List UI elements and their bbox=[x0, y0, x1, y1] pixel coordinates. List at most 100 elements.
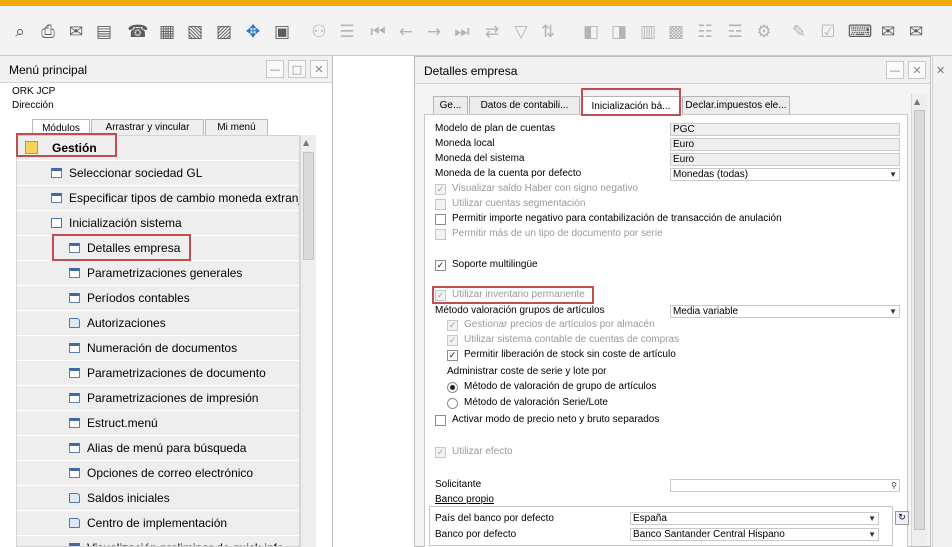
menu-scrollbar[interactable]: ▲ bbox=[300, 135, 316, 547]
radio-button bbox=[447, 382, 458, 393]
menu-item[interactable]: Parametrizaciones de impresión bbox=[17, 386, 299, 411]
refresh-icon[interactable]: ⇄ bbox=[480, 20, 504, 44]
tab-accounting-data[interactable]: Datos de contabili... bbox=[469, 96, 580, 114]
menu-item[interactable]: Centro de implementación bbox=[17, 511, 299, 536]
lock-icon[interactable]: ▣ bbox=[270, 20, 294, 44]
checkbox-box: ✓ bbox=[435, 184, 446, 195]
gross-profit-icon[interactable]: ▩ bbox=[664, 20, 688, 44]
menu-item[interactable]: Estruct.menú bbox=[17, 411, 299, 436]
company-details-titlebar: Detalles empresa — ✕ bbox=[415, 57, 930, 84]
email-icon[interactable]: ✉ bbox=[64, 20, 88, 44]
sms-icon[interactable]: ▤ bbox=[92, 20, 116, 44]
previous-record-icon[interactable]: ← bbox=[394, 20, 418, 44]
menu-item[interactable]: Parametrizaciones de documento bbox=[17, 361, 299, 386]
requester-input[interactable]: ⚲ bbox=[670, 479, 900, 492]
module-gestion[interactable]: Gestión bbox=[17, 136, 299, 161]
tab-modulos[interactable]: Módulos bbox=[32, 119, 90, 136]
menu-item-label: Visualización preliminar de quick info bbox=[87, 541, 284, 546]
radio-button bbox=[447, 398, 458, 409]
export-excel-icon[interactable]: ▦ bbox=[155, 20, 179, 44]
valuation-method-select[interactable]: Media variable ▼ bbox=[670, 305, 900, 318]
minimize-button[interactable]: — bbox=[886, 61, 904, 79]
messages-icon[interactable]: ✉ bbox=[876, 20, 900, 44]
menu-item[interactable]: Períodos contables bbox=[17, 286, 299, 311]
folder-icon bbox=[51, 218, 62, 228]
pen-icon[interactable]: ✎ bbox=[787, 20, 811, 44]
form-icon bbox=[69, 268, 80, 278]
close-icon[interactable]: ✕ bbox=[936, 64, 945, 77]
close-button[interactable]: ✕ bbox=[908, 61, 926, 79]
menu-item[interactable]: Visualización preliminar de quick info bbox=[17, 536, 299, 546]
menu-item[interactable]: Detalles empresa bbox=[17, 236, 299, 261]
details-scrollbar[interactable]: ▲ bbox=[911, 94, 927, 546]
folder-icon bbox=[69, 318, 80, 328]
form-icon bbox=[51, 168, 62, 178]
form-icon bbox=[69, 443, 80, 453]
menu-item[interactable]: Inicialización sistema bbox=[17, 211, 299, 236]
tab-arrastrar-vincular[interactable]: Arrastrar y vincular bbox=[91, 119, 204, 135]
default-bank-country-label: País del banco por defecto bbox=[435, 513, 554, 524]
export-pdf-icon[interactable]: ▨ bbox=[212, 20, 236, 44]
document-icon[interactable]: ☰ bbox=[335, 20, 359, 44]
details-scroll-thumb[interactable] bbox=[914, 110, 925, 530]
local-currency-label: Moneda local bbox=[435, 138, 495, 149]
move-icon[interactable]: ✥ bbox=[241, 20, 265, 44]
minimize-button[interactable]: — bbox=[266, 60, 284, 78]
settings-icon[interactable]: ⚙ bbox=[752, 20, 776, 44]
transaction-journal-icon[interactable]: ☲ bbox=[723, 20, 747, 44]
right-window-edge: ✕ bbox=[932, 56, 952, 547]
fax-icon[interactable]: ☎ bbox=[126, 20, 150, 44]
menu-item[interactable]: Saldos iniciales bbox=[17, 486, 299, 511]
menu-item[interactable]: Alias de menú para búsqueda bbox=[17, 436, 299, 461]
menu-item-label: Centro de implementación bbox=[87, 516, 228, 530]
alerts-icon[interactable]: ✉ bbox=[904, 20, 928, 44]
base-document-icon[interactable]: ◧ bbox=[579, 20, 603, 44]
menu-item-label: Especificar tipos de cambio moneda extra… bbox=[69, 191, 300, 205]
maximize-button[interactable]: □ bbox=[288, 60, 306, 78]
menu-item[interactable]: Parametrizaciones generales bbox=[17, 261, 299, 286]
last-record-icon[interactable]: ⏭ bbox=[450, 20, 474, 44]
menu-item[interactable]: Numeración de documentos bbox=[17, 336, 299, 361]
menu-scroll-thumb[interactable] bbox=[303, 152, 314, 260]
menu-item[interactable]: Seleccionar sociedad GL bbox=[17, 161, 299, 186]
menu-item[interactable]: Opciones de correo electrónico bbox=[17, 461, 299, 486]
tab-mi-menu[interactable]: Mi menú bbox=[205, 119, 268, 135]
menu-item[interactable]: Autorizaciones bbox=[17, 311, 299, 336]
menu-item[interactable]: Especificar tipos de cambio moneda extra… bbox=[17, 186, 300, 211]
target-document-icon[interactable]: ◨ bbox=[607, 20, 631, 44]
tab-tax-declaration[interactable]: Declar.impuestos ele... bbox=[682, 96, 790, 114]
filter-icon[interactable]: ▽ bbox=[509, 20, 533, 44]
sort-icon[interactable]: ⇅ bbox=[536, 20, 560, 44]
close-button[interactable]: ✕ bbox=[310, 60, 328, 78]
checkbox-box: ✓ bbox=[435, 260, 446, 271]
menu-item-label: Períodos contables bbox=[87, 291, 190, 305]
form-icon bbox=[69, 543, 80, 546]
default-account-currency-select[interactable]: Monedas (todas) ▼ bbox=[670, 168, 900, 181]
layout-icon[interactable]: ▥ bbox=[636, 20, 660, 44]
next-record-icon[interactable]: → bbox=[422, 20, 446, 44]
default-bank-select[interactable]: Banco Santander Central Hispano ▼ bbox=[630, 528, 879, 541]
calc-icon[interactable]: ⌨ bbox=[848, 20, 873, 44]
default-bank-country-select[interactable]: España ▼ bbox=[630, 512, 879, 525]
tab-general[interactable]: Ge... bbox=[433, 96, 468, 114]
journal-icon[interactable]: ☷ bbox=[693, 20, 717, 44]
binoculars-icon[interactable]: ⚇ bbox=[307, 20, 331, 44]
menu-tabs: Módulos Arrastrar y vincular Mi menú bbox=[0, 119, 332, 136]
print-icon[interactable]: ⎙ bbox=[36, 20, 60, 44]
bank-link-icon[interactable]: ↻ bbox=[895, 511, 909, 525]
scroll-up-icon[interactable]: ▲ bbox=[914, 97, 920, 106]
basic-initialization-panel: Modelo de plan de cuentas PGC Moneda loc… bbox=[424, 114, 909, 547]
form-icon bbox=[69, 418, 80, 428]
default-account-currency-label: Moneda de la cuenta por defecto bbox=[435, 168, 582, 179]
checkbox-box: ✓ bbox=[447, 320, 458, 331]
export-word-icon[interactable]: ▧ bbox=[183, 20, 207, 44]
scroll-up-icon[interactable]: ▲ bbox=[303, 138, 309, 147]
first-record-icon[interactable]: ⏮ bbox=[366, 20, 390, 44]
form-icon bbox=[69, 368, 80, 378]
print-preview-icon[interactable]: ⌕ bbox=[8, 20, 32, 44]
menu-item-label: Numeración de documentos bbox=[87, 341, 238, 355]
local-currency-value: Euro bbox=[670, 138, 900, 151]
module-icon bbox=[25, 141, 38, 154]
check-icon[interactable]: ☑ bbox=[816, 20, 840, 44]
tab-basic-initialization[interactable]: Inicialización bá... bbox=[581, 96, 681, 115]
